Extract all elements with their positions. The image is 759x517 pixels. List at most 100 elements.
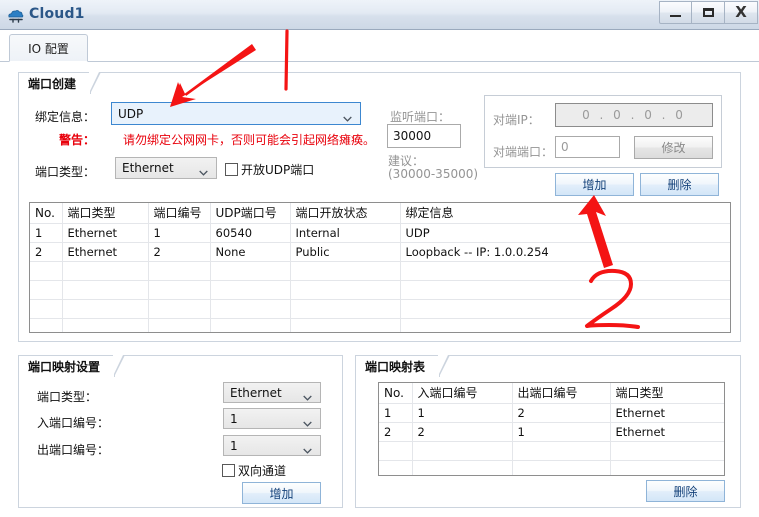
out-port-combobox[interactable]: 1: [223, 435, 321, 456]
port-map-table-grid: No. 入端口编号 出端口编号 端口类型 1 1 2 Ethernet 2 2 1 Ethernet: [379, 383, 724, 475]
title-bar: Cloud1 X: [0, 0, 759, 30]
table-row[interactable]: 2 2 1 Ethernet: [379, 422, 724, 442]
peer-ip-value: 0 . 0 . 0 . 0: [582, 108, 686, 122]
column-header: No.: [30, 203, 63, 224]
table-cell-empty: [148, 261, 211, 281]
port-map-settings-group: 端口映射设置 端口类型： Ethernet 入端口编号： 1 出端口编号： 1 …: [18, 355, 343, 508]
port-create-group: 端口创建 绑定信息： UDP 警告： 请勿绑定公网网卡，否则可能会引起网络瘫痪。…: [18, 72, 741, 342]
port-type-combobox[interactable]: Ethernet: [115, 157, 217, 179]
column-header: UDP端口号: [210, 203, 291, 224]
table-cell: 1: [148, 223, 211, 243]
maximize-button[interactable]: [692, 1, 725, 24]
table-cell-empty: [512, 460, 611, 475]
tab-strip: IO 配置: [0, 31, 759, 62]
chevron-down-icon: [303, 443, 312, 454]
listen-port-input[interactable]: 30000: [387, 124, 461, 148]
table-cell-empty: [62, 261, 149, 281]
table-cell: 60540: [210, 223, 291, 243]
port-map-settings-title-text: 端口映射设置: [28, 360, 101, 374]
port-table-header-row: No. 端口类型 端口编号 UDP端口号 端口开放状态 绑定信息: [30, 203, 730, 224]
table-cell: 2: [412, 422, 513, 442]
table-cell-empty: [30, 318, 63, 332]
tab-io-config[interactable]: IO 配置: [9, 34, 88, 62]
table-row[interactable]: 1 1 2 Ethernet: [379, 403, 724, 423]
table-row-empty[interactable]: [379, 460, 724, 475]
chevron-down-icon: [343, 111, 352, 122]
table-cell: Public: [290, 242, 401, 262]
add-mapping-button-label: 增加: [269, 486, 294, 501]
in-port-combobox[interactable]: 1: [223, 408, 321, 429]
table-row-empty[interactable]: [30, 318, 730, 332]
add-mapping-button[interactable]: 增加: [242, 482, 321, 504]
cloud-config-window: Cloud1 X IO 配置 端口创建 绑定信息： UDP 警告： 请勿绑定公网…: [0, 0, 759, 517]
column-header: No.: [379, 383, 413, 404]
table-cell-empty: [290, 299, 401, 319]
peer-port-input[interactable]: 0: [555, 136, 620, 158]
table-row-empty[interactable]: [30, 280, 730, 300]
table-row-empty[interactable]: [379, 441, 724, 461]
port-create-group-title: 端口创建: [18, 72, 102, 94]
map-port-type-combobox[interactable]: Ethernet: [223, 382, 321, 403]
table-cell: Loopback -- IP: 1.0.0.254: [400, 242, 730, 262]
peer-port-value: 0: [561, 140, 569, 154]
table-cell-empty: [210, 280, 291, 300]
table-cell-empty: [210, 318, 291, 332]
table-cell-empty: [610, 460, 724, 475]
port-table[interactable]: No. 端口类型 端口编号 UDP端口号 端口开放状态 绑定信息 1 Ethernet 1 60…: [29, 202, 731, 333]
warning-text: 请勿绑定公网网卡，否则可能会引起网络瘫痪。: [123, 133, 376, 147]
chevron-down-icon: [303, 416, 312, 427]
in-port-label: 入端口编号：: [37, 416, 110, 430]
minimize-button[interactable]: [659, 1, 692, 24]
peer-port-label: 对端端口：: [493, 145, 554, 159]
table-row[interactable]: 1 Ethernet 1 60540 Internal UDP: [30, 223, 730, 243]
port-map-table[interactable]: No. 入端口编号 出端口编号 端口类型 1 1 2 Ethernet 2 2 1 Ethernet: [378, 382, 725, 476]
table-cell: Ethernet: [62, 242, 149, 262]
column-header: 端口类型: [62, 203, 149, 224]
chevron-down-icon: [303, 390, 312, 401]
table-row[interactable]: 2 Ethernet 2 None Public Loopback -- IP: 1.0.…: [30, 242, 730, 262]
chevron-down-icon: [199, 165, 208, 176]
map-port-type-value: Ethernet: [230, 385, 282, 400]
table-cell-empty: [148, 299, 211, 319]
table-cell: 1: [30, 223, 63, 243]
add-port-button-label: 增加: [582, 178, 607, 192]
delete-mapping-button[interactable]: 删除: [646, 480, 725, 502]
table-cell-empty: [400, 299, 730, 319]
add-port-button[interactable]: 增加: [555, 173, 634, 196]
checkbox-icon: [222, 464, 235, 477]
close-icon: X: [735, 3, 747, 21]
table-cell-empty: [62, 299, 149, 319]
table-cell-empty: [62, 318, 149, 332]
peer-ip-input[interactable]: 0 . 0 . 0 . 0: [555, 103, 713, 127]
table-row-empty[interactable]: [30, 261, 730, 281]
port-map-table-body: 1 1 2 Ethernet 2 2 1 Ethernet: [379, 403, 724, 475]
column-header: 绑定信息: [400, 203, 730, 224]
port-type-value: Ethernet: [122, 161, 174, 175]
port-map-table-header-row: No. 入端口编号 出端口编号 端口类型: [379, 383, 724, 404]
peer-ip-label: 对端IP：: [493, 113, 540, 127]
close-button[interactable]: X: [725, 1, 758, 24]
modify-button[interactable]: 修改: [634, 136, 713, 159]
bind-info-combobox[interactable]: UDP: [111, 102, 361, 125]
table-cell-empty: [412, 460, 513, 475]
table-cell: Ethernet: [610, 403, 724, 423]
open-udp-port-checkbox[interactable]: 开放UDP端口: [225, 161, 314, 178]
table-cell-empty: [400, 318, 730, 332]
bidirectional-checkbox[interactable]: 双向通道: [222, 462, 286, 479]
port-map-table-group: 端口映射表 No. 入端口编号 出端口编号 端口类型 1 1 2 Ethernet 2 2 1 Et…: [355, 355, 741, 508]
table-cell-empty: [210, 261, 291, 281]
suggest-range-label: (30000-35000): [388, 167, 479, 181]
out-port-value: 1: [230, 438, 238, 453]
table-cell-empty: [210, 299, 291, 319]
delete-port-button[interactable]: 删除: [640, 173, 719, 196]
maximize-icon: [702, 8, 714, 17]
bind-info-label: 绑定信息：: [35, 110, 96, 124]
table-cell-empty: [512, 441, 611, 461]
table-row-empty[interactable]: [30, 299, 730, 319]
column-header: 端口开放状态: [290, 203, 401, 224]
column-header: 端口编号: [148, 203, 211, 224]
port-table-body: 1 Ethernet 1 60540 Internal UDP 2 Ethernet 2 None…: [30, 223, 730, 332]
window-title: Cloud1: [29, 6, 85, 22]
column-header: 入端口编号: [412, 383, 513, 404]
table-cell: None: [210, 242, 291, 262]
